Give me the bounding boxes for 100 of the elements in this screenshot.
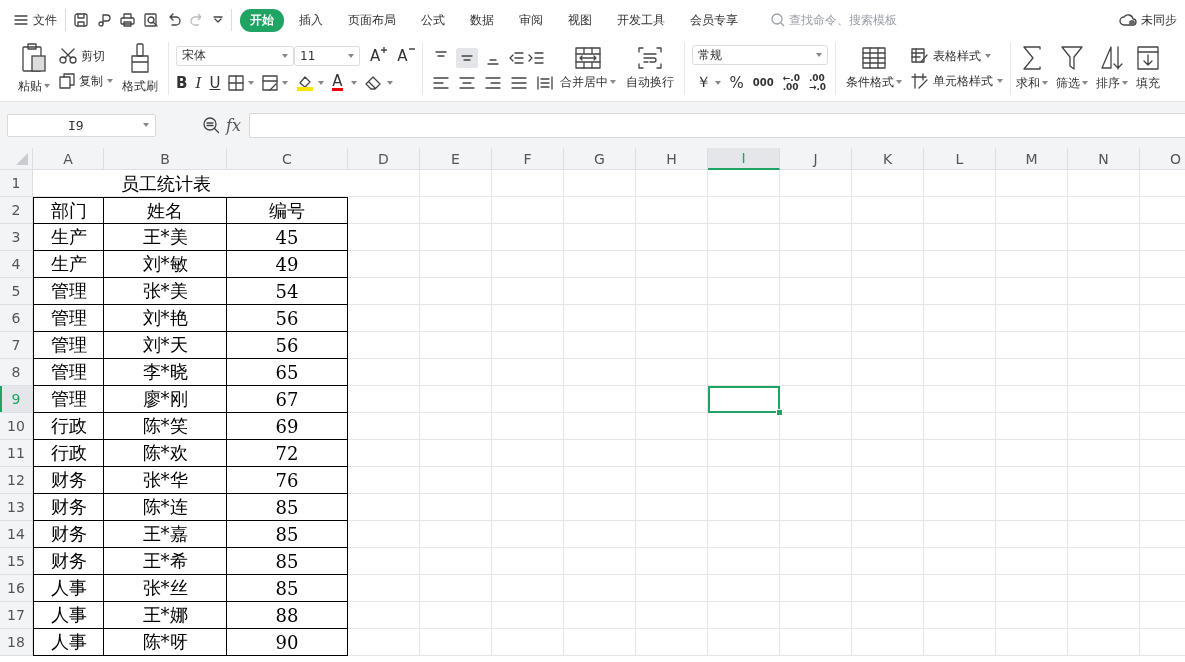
merge-cells-icon[interactable]: [574, 46, 601, 69]
number-format-field[interactable]: 常规: [691, 45, 828, 65]
caret-icon[interactable]: [1041, 81, 1048, 85]
border-icon[interactable]: [228, 74, 245, 91]
save-icon[interactable]: [74, 13, 88, 27]
italic-button[interactable]: I: [195, 73, 202, 92]
caret-icon[interactable]: [318, 80, 325, 85]
caret-icon[interactable]: [815, 53, 822, 57]
fill-down-icon[interactable]: [1136, 45, 1159, 70]
bold-button[interactable]: B: [176, 73, 188, 92]
row-header[interactable]: 8: [0, 359, 33, 386]
column-header[interactable]: C: [227, 148, 348, 170]
funnel-icon[interactable]: [1060, 45, 1083, 70]
caret-icon[interactable]: [282, 53, 288, 58]
wrap-text-button[interactable]: 自动换行: [622, 44, 677, 93]
row-header[interactable]: 5: [0, 278, 33, 305]
column-header[interactable]: J: [780, 148, 852, 170]
row-header[interactable]: 11: [0, 440, 33, 467]
increase-font-size-button[interactable]: A: [370, 46, 388, 65]
caret-icon[interactable]: [1121, 81, 1128, 85]
conditional-format-button[interactable]: 条件格式: [842, 44, 905, 93]
decrease-decimal-button[interactable]: .00 →.0: [808, 73, 827, 92]
ribbon-tab[interactable]: 视图: [558, 8, 602, 32]
caret-icon[interactable]: [44, 84, 50, 88]
row-header[interactable]: 18: [0, 629, 33, 656]
merge-center-button[interactable]: 合并居中: [556, 44, 619, 93]
column-header[interactable]: B: [104, 148, 227, 170]
fill-color-icon[interactable]: [296, 74, 315, 91]
column-header[interactable]: F: [492, 148, 564, 170]
row-header[interactable]: 15: [0, 548, 33, 575]
table-style-button[interactable]: 表格样式: [910, 47, 1003, 65]
file-menu[interactable]: 文件: [33, 11, 57, 29]
table-brush-icon[interactable]: [910, 48, 929, 64]
row-header[interactable]: 16: [0, 575, 33, 602]
scissors-icon[interactable]: [59, 48, 77, 64]
cell-edit-icon[interactable]: [262, 74, 279, 91]
clipboard-icon[interactable]: [21, 42, 47, 73]
row-header[interactable]: 10: [0, 413, 33, 440]
name-box[interactable]: I9: [7, 113, 156, 137]
brush-icon[interactable]: [130, 42, 150, 73]
column-header[interactable]: M: [996, 148, 1068, 170]
decrease-font-size-button[interactable]: A: [397, 46, 415, 65]
caret-icon[interactable]: [350, 80, 357, 85]
caret-icon[interactable]: [143, 123, 149, 127]
column-header[interactable]: E: [420, 148, 492, 170]
print-preview-icon[interactable]: [144, 13, 158, 27]
caret-icon[interactable]: [282, 80, 289, 85]
row-header[interactable]: 17: [0, 602, 33, 629]
distribute-icon[interactable]: [536, 75, 553, 90]
formula-input[interactable]: [248, 112, 1185, 138]
ribbon-tab[interactable]: 数据: [460, 8, 504, 32]
ribbon-tab[interactable]: 会员专享: [680, 8, 748, 32]
align-center-icon[interactable]: [458, 75, 475, 90]
caret-icon[interactable]: [996, 79, 1003, 83]
underline-button[interactable]: U: [209, 73, 221, 92]
column-header[interactable]: L: [924, 148, 996, 170]
caret-icon[interactable]: [248, 80, 255, 85]
undo-icon[interactable]: [167, 13, 181, 27]
ribbon-tab[interactable]: 公式: [411, 8, 455, 32]
column-header[interactable]: N: [1068, 148, 1140, 170]
row-header[interactable]: 12: [0, 467, 33, 494]
column-header[interactable]: D: [348, 148, 420, 170]
paste-button[interactable]: 粘贴: [15, 40, 53, 97]
caret-icon[interactable]: [895, 80, 902, 84]
font-color-button[interactable]: A: [332, 74, 343, 91]
vertical-align-button[interactable]: [455, 47, 478, 68]
ribbon-tab[interactable]: 审阅: [509, 8, 553, 32]
ribbon-tab[interactable]: 插入: [289, 8, 333, 32]
increase-decimal-button[interactable]: ←.0 .00: [782, 73, 800, 92]
row-header[interactable]: 2: [0, 197, 33, 224]
fill-handle[interactable]: [776, 409, 783, 416]
ribbon-tab[interactable]: 页面布局: [338, 8, 406, 32]
ribbon-tab[interactable]: 开发工具: [607, 8, 675, 32]
search-icon[interactable]: [771, 13, 785, 27]
column-header[interactable]: H: [636, 148, 708, 170]
column-header[interactable]: G: [564, 148, 636, 170]
column-header[interactable]: O: [1140, 148, 1185, 170]
caret-icon[interactable]: [386, 80, 393, 85]
caret-icon[interactable]: [714, 80, 721, 85]
sort-icon[interactable]: [1099, 45, 1124, 70]
column-header[interactable]: A: [33, 148, 104, 170]
row-header[interactable]: 13: [0, 494, 33, 521]
copy-button[interactable]: 复制: [59, 72, 113, 90]
percent-button[interactable]: %: [729, 73, 744, 92]
cut-button[interactable]: 剪切: [59, 47, 113, 65]
font-size-field[interactable]: 11: [294, 45, 360, 66]
eraser-icon[interactable]: [364, 75, 383, 90]
row-header[interactable]: 6: [0, 305, 33, 332]
copy-icon[interactable]: [59, 73, 75, 89]
wrap-text-icon[interactable]: [637, 46, 662, 69]
cell-brush-icon[interactable]: [910, 73, 929, 89]
cell-style-button[interactable]: 单元格样式: [910, 72, 1003, 90]
zoom-icon[interactable]: [202, 116, 220, 134]
grid-icon[interactable]: [861, 46, 886, 69]
thousands-separator-button[interactable]: 000: [752, 77, 774, 88]
caret-icon[interactable]: [609, 80, 616, 84]
sigma-icon[interactable]: [1021, 45, 1042, 70]
cloud-icon[interactable]: [1119, 13, 1137, 27]
caret-icon[interactable]: [348, 53, 354, 58]
currency-button[interactable]: ￥: [695, 73, 711, 92]
